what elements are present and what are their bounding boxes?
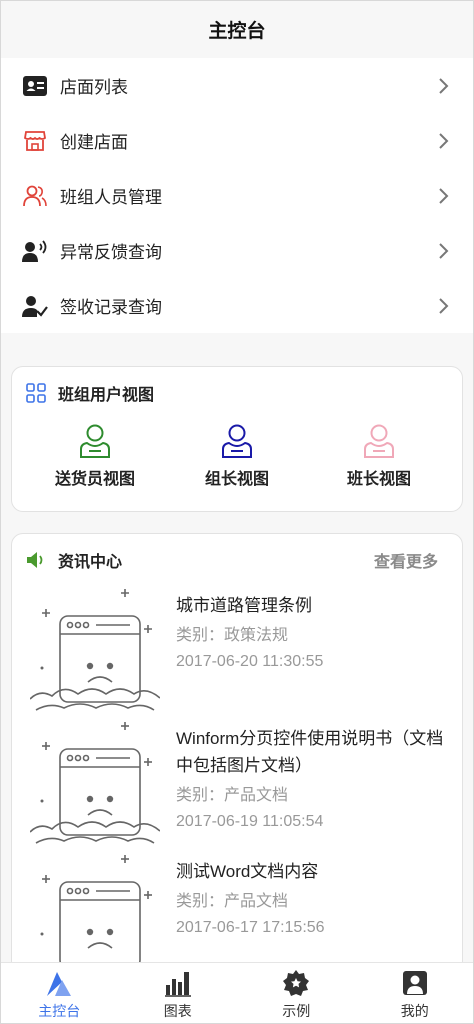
tab-label: 图表: [163, 1003, 192, 1019]
menu-label: 创建店面: [60, 133, 128, 152]
news-header: 资讯中心 查看更多: [12, 534, 462, 586]
placeholder-image-icon: [40, 855, 152, 969]
team-view-header: 班组用户视图: [12, 367, 462, 419]
store-icon: [22, 128, 48, 154]
menu-item-exception-feedback[interactable]: 异常反馈查询: [0, 223, 474, 278]
page-title: 主控台: [208, 20, 266, 42]
team-view-card: 班组用户视图 送货员视图 组长视图 班长视图: [11, 366, 463, 512]
view-label: 组长视图: [204, 471, 269, 488]
news-item-title: 测试Word文档内容: [176, 862, 319, 881]
news-item[interactable]: 城市道路管理条例 类别：政策法规 2017-06-20 11:30:55: [12, 586, 462, 719]
news-item-time: 2017-06-17 17:15:56: [176, 919, 325, 936]
tab-label: 主控台: [38, 1003, 81, 1019]
menu-label: 异常反馈查询: [60, 243, 162, 262]
placeholder-image-icon: [30, 589, 160, 711]
menu-item-sign-records[interactable]: 签收记录查询: [0, 278, 474, 333]
menu-item-store-list[interactable]: 店面列表: [0, 58, 474, 113]
tab-charts[interactable]: 图表: [119, 963, 238, 1024]
user-square-icon: [402, 971, 427, 995]
news-item-title: Winform分页控件使用说明书（文档中包括图片文档）: [176, 729, 444, 775]
menu-item-team-staff[interactable]: 班组人员管理: [0, 168, 474, 223]
news-item-title: 城市道路管理条例: [176, 596, 312, 615]
news-info: 城市道路管理条例 类别：政策法规 2017-06-20 11:30:55: [160, 586, 462, 719]
speaker-icon: [26, 550, 46, 570]
chevron-right-icon: [439, 242, 449, 259]
view-options: 送货员视图 组长视图 班长视图: [12, 419, 462, 489]
news-item-category: 类别：产品文档: [176, 787, 289, 804]
chevron-right-icon: [439, 297, 449, 314]
news-item-category: 类别：产品文档: [176, 893, 289, 910]
menu-item-create-store[interactable]: 创建店面: [0, 113, 474, 168]
user-outline-icon: [80, 424, 110, 458]
chevron-right-icon: [439, 77, 449, 94]
news-item-category: 类别：政策法规: [176, 627, 289, 644]
user-outline-icon: [364, 424, 394, 458]
id-card-icon: [22, 73, 48, 99]
grid-icon: [26, 383, 46, 403]
speaking-person-icon: [22, 238, 48, 264]
news-center-card: 资讯中心 查看更多 城市道路管理条例 类别：政策法规 2017-06-20 11…: [11, 533, 463, 973]
news-item-time: 2017-06-19 11:05:54: [176, 813, 324, 830]
view-label: 班长视图: [346, 471, 411, 488]
delivery-view-button[interactable]: 送货员视图: [30, 423, 160, 489]
news-info: Winform分页控件使用说明书（文档中包括图片文档） 类别：产品文档 2017…: [160, 719, 462, 852]
tab-label: 我的: [400, 1003, 429, 1019]
mountain-icon: [47, 972, 72, 996]
user-check-icon: [22, 293, 48, 319]
users-icon: [22, 183, 48, 209]
news-item[interactable]: Winform分页控件使用说明书（文档中包括图片文档） 类别：产品文档 2017…: [12, 719, 462, 852]
news-item-time: 2017-06-20 11:30:55: [176, 653, 324, 670]
shift-leader-view-button[interactable]: 班长视图: [314, 423, 444, 489]
news-title: 资讯中心: [58, 554, 123, 571]
view-more-link[interactable]: 查看更多: [374, 548, 438, 572]
news-info: 测试Word文档内容 类别：产品文档 2017-06-17 17:15:56: [160, 852, 462, 972]
tab-examples[interactable]: 示例: [237, 963, 356, 1024]
team-view-title: 班组用户视图: [58, 387, 155, 404]
menu-label: 班组人员管理: [60, 188, 162, 207]
tab-dashboard[interactable]: 主控台: [0, 963, 119, 1024]
placeholder-image-icon: [30, 722, 160, 844]
user-outline-icon: [222, 424, 252, 458]
bar-chart-icon: [164, 972, 191, 997]
chevron-right-icon: [439, 187, 449, 204]
group-leader-view-button[interactable]: 组长视图: [172, 423, 302, 489]
chevron-right-icon: [439, 132, 449, 149]
bottom-tab-bar: 主控台 图表 示例 我的: [0, 962, 474, 1024]
top-bar: 主控台: [0, 0, 474, 58]
menu-label: 签收记录查询: [60, 298, 162, 317]
news-item[interactable]: 测试Word文档内容 类别：产品文档 2017-06-17 17:15:56: [12, 852, 462, 972]
menu-label: 店面列表: [60, 78, 128, 97]
tab-mine[interactable]: 我的: [356, 963, 474, 1024]
view-label: 送货员视图: [54, 471, 135, 488]
gear-icon: [283, 970, 310, 996]
main-menu: 店面列表 创建店面 班组人员管理 异常反馈查询 签收记录查询: [0, 58, 474, 333]
tab-label: 示例: [282, 1003, 311, 1019]
